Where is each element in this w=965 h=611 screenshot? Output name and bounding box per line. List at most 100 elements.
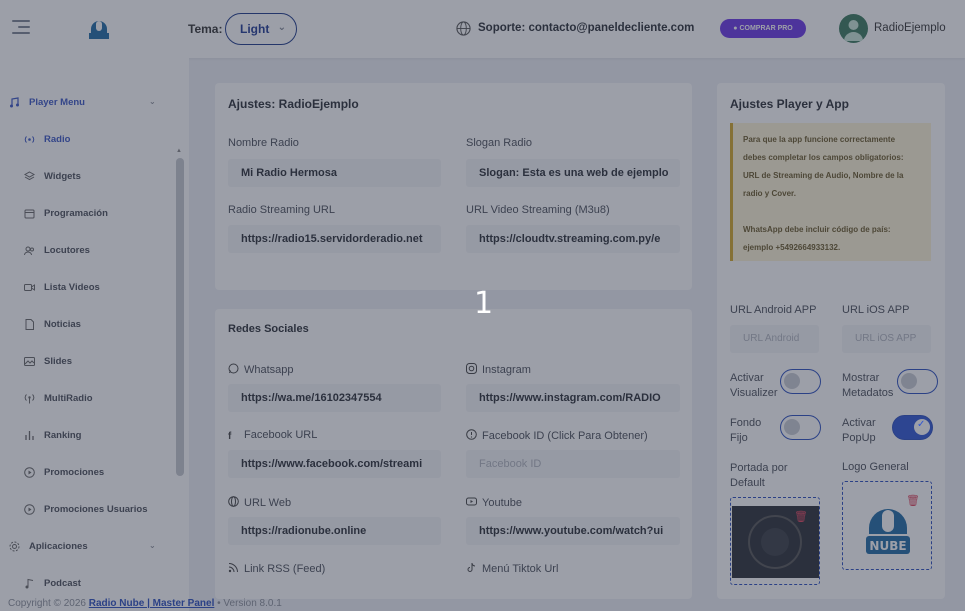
facebook-icon: f [228, 431, 232, 442]
slogan-label: Slogan Radio [466, 137, 533, 149]
theme-select-value: Light [240, 22, 270, 36]
sidebar-section-label: Aplicaciones [29, 541, 88, 552]
user-name[interactable]: RadioEjemplo [874, 22, 946, 34]
web-input[interactable]: https://radionube.online [228, 517, 441, 545]
theme-label: Tema: [188, 22, 223, 36]
top-bar: Tema: Light ⌄ Soporte: contacto@paneldec… [0, 0, 965, 58]
sidebar-scrollbar[interactable] [176, 158, 184, 476]
play-circle-icon [24, 504, 35, 515]
metadata-label: Mostrar Metadatos [842, 372, 894, 399]
video-url-label: URL Video Streaming (M3u8) [466, 204, 610, 216]
android-url-input[interactable]: URL Android [730, 325, 819, 353]
footer: Copyright © 2026 Radio Nube | Master Pan… [8, 598, 282, 609]
sidebar-item-promociones-usuarios[interactable]: Promociones Usuarios [0, 501, 170, 521]
sidebar-item-label: Widgets [44, 171, 81, 182]
note-line [743, 203, 923, 221]
cover-dropzone[interactable]: 🗑 [730, 497, 820, 585]
brand-logo-icon[interactable] [86, 14, 112, 42]
calendar-icon [24, 208, 35, 219]
facebook-id-input[interactable]: Facebook ID [466, 450, 680, 478]
radio-name-label: Nombre Radio [228, 137, 299, 149]
music-note-icon [24, 578, 35, 589]
whatsapp-icon [228, 363, 239, 374]
note-line: WhatsApp debe incluir código de país: [743, 225, 891, 234]
footer-link[interactable]: Radio Nube | Master Panel [89, 598, 215, 609]
trash-icon[interactable]: 🗑 [906, 494, 920, 507]
sidebar-item-label: Lista Videos [44, 282, 100, 293]
buy-pro-label: COMPRAR PRO [739, 25, 793, 32]
ios-url-input[interactable]: URL iOS APP [842, 325, 931, 353]
visualizer-toggle[interactable] [780, 369, 821, 394]
fixed-bg-label: Fondo Fijo [730, 417, 762, 444]
note-line: radio y Cover. [743, 189, 796, 198]
logo-text: NUBE [869, 539, 906, 553]
sidebar-item-radio[interactable]: Radio [0, 131, 170, 151]
sidebar-item-label: Noticias [44, 319, 81, 330]
layers-icon [23, 171, 36, 182]
avatar[interactable] [839, 14, 868, 43]
youtube-icon [466, 497, 477, 506]
web-label: URL Web [228, 496, 291, 509]
logo-image: NUBE [866, 509, 910, 554]
rss-label: Link RSS (Feed) [228, 562, 325, 575]
popup-label: Activar PopUp [842, 417, 876, 444]
sidebar-item-slides[interactable]: Slides [0, 353, 170, 373]
antenna-icon [24, 393, 35, 404]
radio-settings-title: Ajustes: RadioEjemplo [228, 97, 359, 111]
facebook-label: f Facebook URL [228, 429, 318, 442]
facebook-input[interactable]: https://www.facebook.com/streami [228, 450, 441, 478]
sidebar-item-programacion[interactable]: Programación [0, 205, 170, 225]
gear-icon [9, 541, 20, 552]
sidebar-section-label: Player Menu [29, 97, 85, 108]
info-icon [466, 429, 477, 440]
player-settings-title: Ajustes Player y App [730, 97, 849, 111]
facebook-id-label[interactable]: Facebook ID (Click Para Obtener) [466, 429, 648, 442]
copyright-text: Copyright © 2026 [8, 598, 86, 609]
broadcast-icon [24, 134, 35, 145]
image-icon [24, 356, 35, 367]
tiktok-label: Menú Tiktok Url [466, 562, 558, 575]
slogan-input[interactable]: Slogan: Esta es una web de ejemplo [466, 159, 680, 187]
whatsapp-input[interactable]: https://wa.me/16102347554 [228, 384, 441, 412]
video-icon [24, 282, 35, 293]
whatsapp-label: Whatsapp [228, 363, 294, 376]
sidebar-item-promociones[interactable]: Promociones [0, 464, 170, 484]
buy-pro-button[interactable]: ● COMPRAR PRO [720, 19, 806, 38]
menu-toggle-icon[interactable] [12, 20, 30, 36]
sidebar-item-lista-videos[interactable]: Lista Videos [0, 279, 170, 299]
rss-icon [228, 563, 238, 573]
metadata-toggle[interactable] [897, 369, 938, 394]
note-line: Para que la app funcione correctamente [743, 135, 896, 144]
sidebar-section-aplicaciones[interactable]: Aplicaciones ⌄ [0, 538, 170, 558]
sidebar-section-player-menu[interactable]: Player Menu ⌄ [0, 94, 170, 114]
sidebar-item-podcast[interactable]: Podcast [0, 575, 170, 595]
youtube-label: Youtube [466, 496, 522, 509]
music-note-icon [9, 97, 20, 108]
sidebar-item-ranking[interactable]: Ranking [0, 427, 170, 447]
instagram-input[interactable]: https://www.instagram.com/RADIO [466, 384, 680, 412]
instagram-label: Instagram [466, 363, 531, 376]
sidebar-item-label: Podcast [44, 578, 81, 589]
sidebar-item-locutores[interactable]: Locutores [0, 242, 170, 262]
stream-url-input[interactable]: https://radio15.servidorderadio.net [228, 225, 441, 253]
trash-icon[interactable]: 🗑 [794, 510, 808, 523]
sidebar-item-widgets[interactable]: Widgets [0, 168, 170, 188]
sidebar: ▲ Player Menu ⌄ Radio Widgets Programaci… [0, 58, 189, 611]
sidebar-item-multiradio[interactable]: MultiRadio [0, 390, 170, 410]
sidebar-item-label: Ranking [44, 430, 82, 441]
sidebar-item-noticias[interactable]: Noticias [0, 316, 170, 336]
youtube-input[interactable]: https://www.youtube.com/watch?ui [466, 517, 680, 545]
popup-toggle[interactable]: ✓ [892, 415, 933, 440]
scroll-up-icon[interactable]: ▲ [176, 148, 182, 154]
logo-dropzone[interactable]: NUBE 🗑 [842, 481, 932, 570]
theme-select[interactable]: Light ⌄ [225, 13, 297, 45]
radio-name-input[interactable]: Mi Radio Hermosa [228, 159, 441, 187]
check-icon: ✓ [917, 419, 926, 430]
ios-url-label: URL iOS APP [842, 304, 910, 316]
sidebar-item-label: Locutores [44, 245, 90, 256]
fixed-bg-toggle[interactable] [780, 415, 821, 440]
support-contact[interactable]: Soporte: contacto@paneldecliente.com [478, 22, 694, 34]
version-text: • Version 8.0.1 [217, 598, 282, 609]
video-url-input[interactable]: https://cloudtv.streaming.com.py/e [466, 225, 680, 253]
logo-label: Logo General [842, 461, 909, 473]
